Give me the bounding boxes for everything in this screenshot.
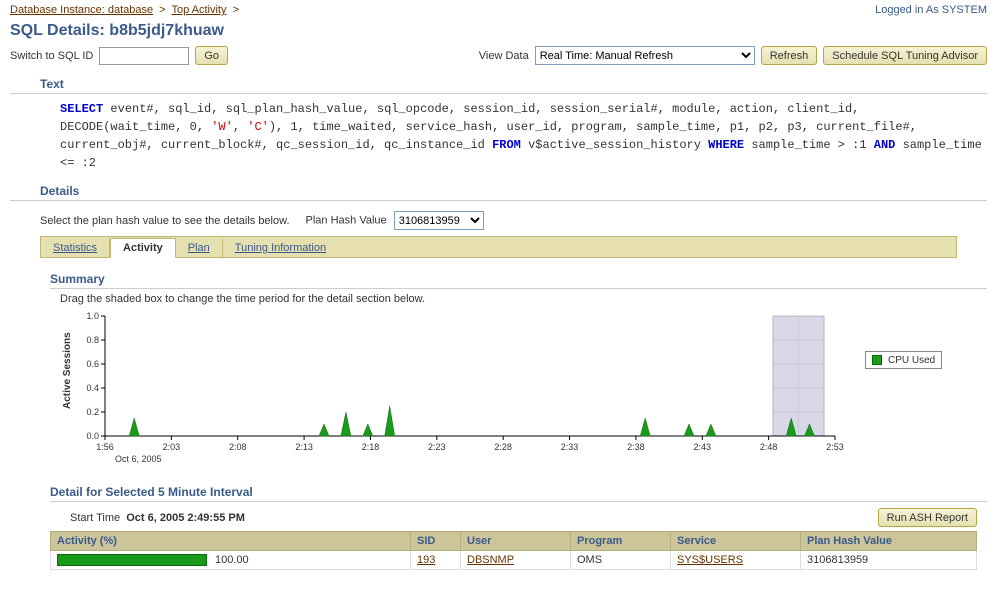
schedule-tuning-button[interactable]: Schedule SQL Tuning Advisor xyxy=(823,46,987,65)
col-user[interactable]: User xyxy=(461,532,571,551)
plan-hash-label: Plan Hash Value xyxy=(306,215,387,227)
svg-text:Oct 6, 2005: Oct 6, 2005 xyxy=(115,454,162,464)
tab-statistics[interactable]: Statistics xyxy=(41,239,110,257)
activity-chart[interactable]: 0.0 0.2 0.4 0.6 0.8 1.0 1:56 2:03 2:08 2:13 2:18 2:… xyxy=(75,311,845,471)
svg-text:0.4: 0.4 xyxy=(86,383,99,393)
sid-link[interactable]: 193 xyxy=(417,554,435,566)
details-hint: Select the plan hash value to see the de… xyxy=(40,215,290,227)
breadcrumb-top-activity[interactable]: Top Activity xyxy=(171,4,226,16)
refresh-button[interactable]: Refresh xyxy=(761,46,818,65)
col-phv[interactable]: Plan Hash Value xyxy=(801,532,977,551)
tab-tuning[interactable]: Tuning Information xyxy=(223,239,338,257)
svg-text:1:56: 1:56 xyxy=(96,442,114,452)
breadcrumb-db-instance[interactable]: Database Instance: database xyxy=(10,4,153,16)
section-details-header: Details xyxy=(10,180,987,201)
svg-text:2:48: 2:48 xyxy=(760,442,778,452)
table-header-row: Activity (%) SID User Program Service Pl… xyxy=(51,532,977,551)
section-text-header: Text xyxy=(10,73,987,94)
switch-sqlid-input[interactable] xyxy=(99,47,189,65)
legend: CPU Used xyxy=(865,351,942,369)
user-link[interactable]: DBSNMP xyxy=(467,554,514,566)
table-row: 100.00 193 DBSNMP OMS SYS$USERS 31068139… xyxy=(51,551,977,570)
go-button[interactable]: Go xyxy=(195,46,228,65)
svg-text:2:18: 2:18 xyxy=(362,442,380,452)
chevron-right-icon: > xyxy=(156,4,168,16)
start-time-label: Start Time xyxy=(70,512,120,524)
legend-cpu-label: CPU Used xyxy=(888,355,935,366)
svg-text:2:13: 2:13 xyxy=(295,442,313,452)
detail-interval-header: Detail for Selected 5 Minute Interval xyxy=(50,485,987,502)
phv-cell: 3106813959 xyxy=(801,551,977,570)
svg-text:2:33: 2:33 xyxy=(561,442,579,452)
tab-activity[interactable]: Activity xyxy=(110,238,176,258)
svg-text:0.8: 0.8 xyxy=(86,335,99,345)
activity-pct: 100.00 xyxy=(215,554,249,566)
tab-plan[interactable]: Plan xyxy=(176,239,223,257)
svg-text:2:43: 2:43 xyxy=(694,442,712,452)
sql-text: SELECT event#, sql_id, sql_plan_hash_val… xyxy=(10,98,987,174)
view-data-select[interactable]: Real Time: Manual Refresh xyxy=(535,46,755,65)
svg-text:2:03: 2:03 xyxy=(163,442,181,452)
svg-text:0.6: 0.6 xyxy=(86,359,99,369)
summary-hint: Drag the shaded box to change the time p… xyxy=(10,291,987,311)
svg-text:2:08: 2:08 xyxy=(229,442,247,452)
activity-table: Activity (%) SID User Program Service Pl… xyxy=(50,531,977,570)
col-activity[interactable]: Activity (%) xyxy=(51,532,411,551)
chevron-right-icon: > xyxy=(230,4,242,16)
summary-header: Summary xyxy=(50,272,987,289)
activity-bar xyxy=(57,554,207,566)
svg-text:0.2: 0.2 xyxy=(86,407,99,417)
col-service[interactable]: Service xyxy=(671,532,801,551)
y-axis-label: Active Sessions xyxy=(60,311,75,431)
col-sid[interactable]: SID xyxy=(411,532,461,551)
svg-text:2:28: 2:28 xyxy=(494,442,512,452)
svg-text:2:53: 2:53 xyxy=(826,442,844,452)
svg-text:2:38: 2:38 xyxy=(627,442,645,452)
view-data-label: View Data xyxy=(479,50,529,62)
run-ash-report-button[interactable]: Run ASH Report xyxy=(878,508,977,527)
service-link[interactable]: SYS$USERS xyxy=(677,554,743,566)
svg-text:1.0: 1.0 xyxy=(86,311,99,321)
plan-hash-select[interactable]: 3106813959 xyxy=(394,211,484,230)
svg-text:2:23: 2:23 xyxy=(428,442,446,452)
login-status: Logged in As SYSTEM xyxy=(875,4,987,16)
col-program[interactable]: Program xyxy=(571,532,671,551)
start-time-value: Oct 6, 2005 2:49:55 PM xyxy=(126,512,245,524)
switch-sqlid-label: Switch to SQL ID xyxy=(10,50,93,62)
svg-text:0.0: 0.0 xyxy=(86,431,99,441)
cpu-swatch-icon xyxy=(872,355,882,365)
details-tabs: Statistics Activity Plan Tuning Informat… xyxy=(40,236,957,258)
page-title: SQL Details: b8b5jdj7khuaw xyxy=(10,22,987,40)
program-cell: OMS xyxy=(571,551,671,570)
